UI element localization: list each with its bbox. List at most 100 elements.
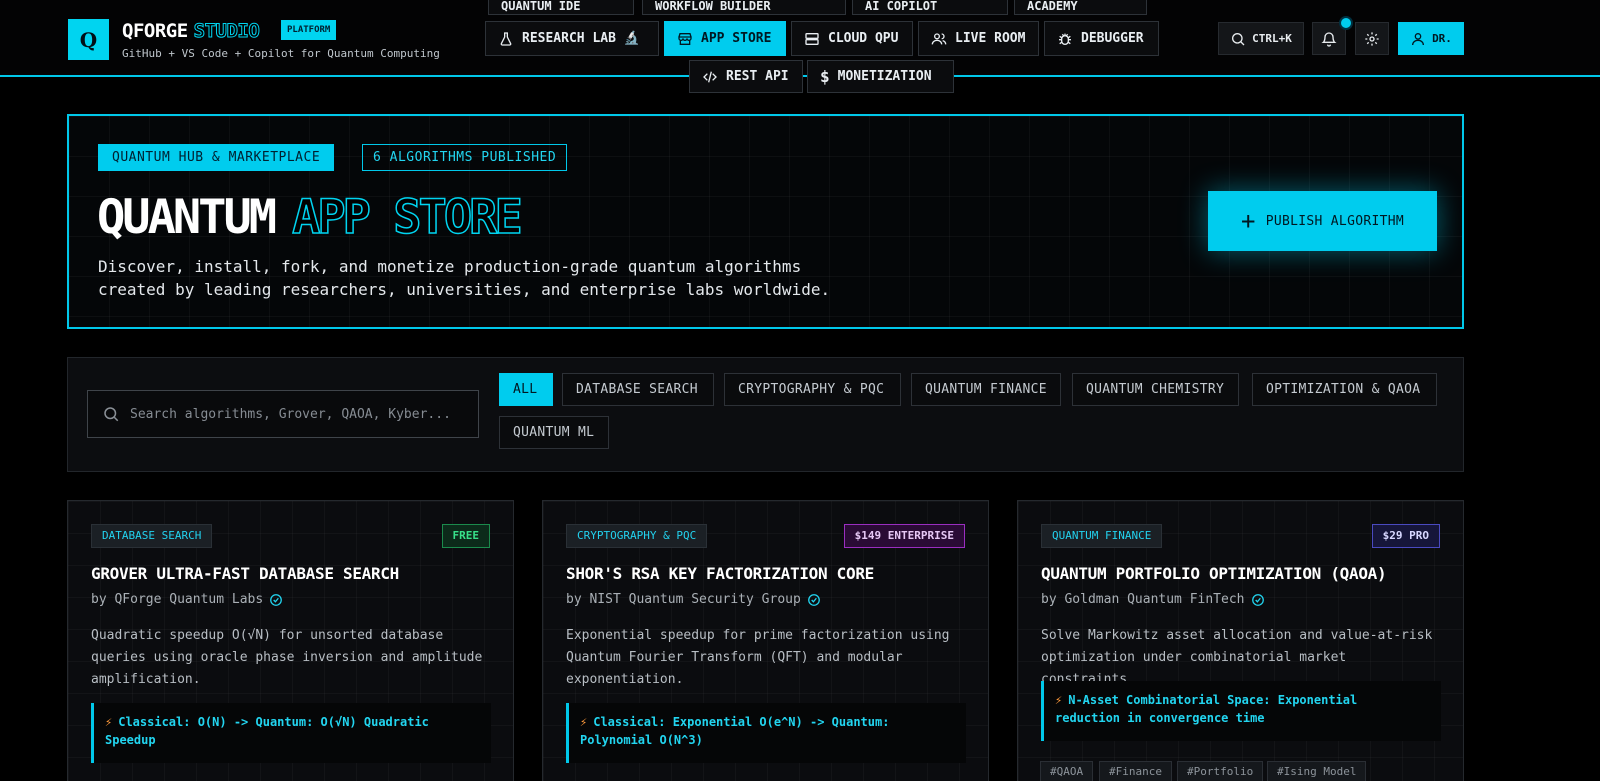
top-header: Q QFORGE STUDIO PLATFORM GitHub + VS Code… xyxy=(0,0,1600,93)
category-database-search[interactable]: DATABASE SEARCH xyxy=(562,373,714,406)
search-input[interactable] xyxy=(130,406,478,422)
publish-label: PUBLISH ALGORITHM xyxy=(1265,213,1404,229)
command-search-button[interactable]: CTRL+K xyxy=(1218,22,1304,55)
card-tag[interactable]: #Ising Model xyxy=(1267,761,1367,781)
nav-label: QUANTUM IDE xyxy=(501,0,581,13)
card-author: by NIST Quantum Security Group xyxy=(566,592,821,607)
card-speedup: ⚡ N-Asset Combinatorial Space: Exponentia… xyxy=(1041,681,1441,741)
users-icon xyxy=(931,32,947,44)
brand-name: QFORGE STUDIO xyxy=(122,20,260,43)
card-speedup: ⚡ Classical: O(N) -> Quantum: O(√N) Quadr… xyxy=(91,703,491,763)
nav-research-lab[interactable]: RESEARCH LAB 🔬 xyxy=(485,21,659,56)
card-description: Quadratic speedup O(√N) for unsorted dat… xyxy=(91,628,483,687)
nav-label: RESEARCH LAB xyxy=(522,31,616,46)
dollar-icon: $ xyxy=(820,67,830,86)
card-title: SHOR'S RSA KEY FACTORIZATION CORE xyxy=(566,564,874,583)
brand-tagline: GitHub + VS Code + Copilot for Quantum C… xyxy=(122,47,440,60)
card-price-badge: $149 ENTERPRISE xyxy=(843,524,965,548)
card-speedup-text: N-Asset Combinatorial Space: Exponential… xyxy=(1055,693,1358,725)
nav-debugger[interactable]: DEBUGGER xyxy=(1044,21,1159,56)
card-speedup-text: Classical: Exponential O(e^N) -> Quantum… xyxy=(580,715,890,747)
user-icon xyxy=(1412,32,1425,45)
category-optimization-qaoa[interactable]: OPTIMIZATION & QAOA xyxy=(1252,373,1437,406)
category-quantum-chemistry[interactable]: QUANTUM CHEMISTRY xyxy=(1072,373,1239,406)
category-cryptography-pqc[interactable]: CRYPTOGRAPHY & PQC xyxy=(724,373,901,406)
card-category-badge: DATABASE SEARCH xyxy=(91,524,213,548)
flask-icon xyxy=(500,31,512,46)
card-category-badge: CRYPTOGRAPHY & PQC xyxy=(566,524,708,548)
card-tag[interactable]: #Finance xyxy=(1099,761,1172,781)
lightning-icon: ⚡ xyxy=(105,715,113,729)
nav-label: CLOUD QPU xyxy=(828,31,899,46)
nav-academy[interactable]: ACADEMY xyxy=(1014,0,1147,15)
nav-monetization[interactable]: $ MONETIZATION xyxy=(807,60,954,93)
filter-panel: ALL DATABASE SEARCH CRYPTOGRAPHY & PQC Q… xyxy=(67,357,1464,472)
verified-icon xyxy=(270,593,283,606)
nav-workflow-builder[interactable]: WORKFLOW BUILDER xyxy=(642,0,846,15)
verified-icon xyxy=(1251,593,1264,606)
notification-dot xyxy=(1339,16,1353,30)
shortcut-label: CTRL+K xyxy=(1252,32,1292,45)
settings-button[interactable] xyxy=(1355,22,1389,55)
notifications-button[interactable] xyxy=(1312,16,1353,55)
search-icon xyxy=(104,407,119,422)
card-tag[interactable]: #QAOA xyxy=(1040,761,1094,781)
nav-app-store[interactable]: APP STORE xyxy=(664,21,786,56)
platform-badge: PLATFORM xyxy=(281,20,337,40)
nav-label: DEBUGGER xyxy=(1081,31,1144,46)
brand-name-suffix: STUDIO xyxy=(193,20,260,43)
lightning-icon: ⚡ xyxy=(580,715,588,729)
bell-icon xyxy=(1321,31,1337,47)
nav-label: REST API xyxy=(726,69,789,84)
hero-banner: QUANTUM HUB & MARKETPLACE 6 ALGORITHMS P… xyxy=(67,114,1464,329)
nav-ai-copilot[interactable]: AI COPILOT xyxy=(852,0,1008,15)
page-title: QUANTUM APP STORE xyxy=(97,189,523,246)
category-quantum-finance[interactable]: QUANTUM FINANCE xyxy=(911,373,1061,406)
store-icon xyxy=(678,32,692,45)
algorithm-search[interactable] xyxy=(87,390,479,438)
card-price-badge: $29 PRO xyxy=(1371,524,1440,548)
card-tag[interactable]: #Portfolio xyxy=(1177,761,1264,781)
code-icon xyxy=(703,71,717,82)
user-label: DR. xyxy=(1432,32,1452,45)
nav-quantum-ide[interactable]: QUANTUM IDE xyxy=(488,0,634,15)
nav-label: APP STORE xyxy=(701,31,772,46)
nav-label: ACADEMY xyxy=(1027,0,1078,13)
algorithm-card[interactable]: CRYPTOGRAPHY & PQC $149 ENTERPRISE SHOR'… xyxy=(542,500,989,781)
card-author-name: by Goldman Quantum FinTech xyxy=(1041,592,1245,607)
card-title: QUANTUM PORTFOLIO OPTIMIZATION (QAOA) xyxy=(1041,564,1387,583)
algorithm-card[interactable]: DATABASE SEARCH FREE GROVER ULTRA-FAST D… xyxy=(67,500,514,781)
card-author: by Goldman Quantum FinTech xyxy=(1041,592,1265,607)
brand-name-main: QFORGE xyxy=(122,20,188,42)
verified-icon xyxy=(807,593,820,606)
nav-label: WORKFLOW BUILDER xyxy=(655,0,771,13)
nav-live-room[interactable]: LIVE ROOM xyxy=(918,21,1039,56)
server-icon xyxy=(805,32,819,45)
card-category-badge: QUANTUM FINANCE xyxy=(1041,524,1163,548)
hero-description: Discover, install, fork, and monetize pr… xyxy=(98,257,831,299)
search-icon xyxy=(1232,32,1245,45)
nav-label: AI COPILOT xyxy=(865,0,938,13)
nav-cloud-qpu[interactable]: CLOUD QPU xyxy=(791,21,913,56)
category-all[interactable]: ALL xyxy=(499,373,553,406)
card-author: by QForge Quantum Labs xyxy=(91,592,283,607)
page-title-main: QUANTUM xyxy=(97,190,277,245)
nav-rest-api[interactable]: REST API xyxy=(689,60,803,93)
page-title-accent: APP STORE xyxy=(291,189,523,246)
card-author-name: by QForge Quantum Labs xyxy=(91,592,264,607)
algorithm-card[interactable]: QUANTUM FINANCE $29 PRO QUANTUM PORTFOLI… xyxy=(1017,500,1464,781)
plus-icon: + xyxy=(1241,207,1256,235)
gear-icon xyxy=(1365,31,1379,46)
logo-icon[interactable]: Q xyxy=(68,19,109,60)
card-title: GROVER ULTRA-FAST DATABASE SEARCH xyxy=(91,564,399,583)
nav-label: LIVE ROOM xyxy=(955,31,1026,46)
card-price-badge: FREE xyxy=(441,524,490,548)
lightning-icon: ⚡ xyxy=(1055,693,1063,707)
category-quantum-ml[interactable]: QUANTUM ML xyxy=(499,416,609,449)
user-menu-button[interactable]: DR. xyxy=(1398,22,1464,55)
card-description: Exponential speedup for prime factorizat… xyxy=(566,628,950,687)
card-author-name: by NIST Quantum Security Group xyxy=(566,592,801,607)
publish-algorithm-button[interactable]: + PUBLISH ALGORITHM xyxy=(1208,191,1437,251)
bug-icon xyxy=(1059,33,1071,45)
algorithm-count-badge: 6 ALGORITHMS PUBLISHED xyxy=(362,144,568,171)
